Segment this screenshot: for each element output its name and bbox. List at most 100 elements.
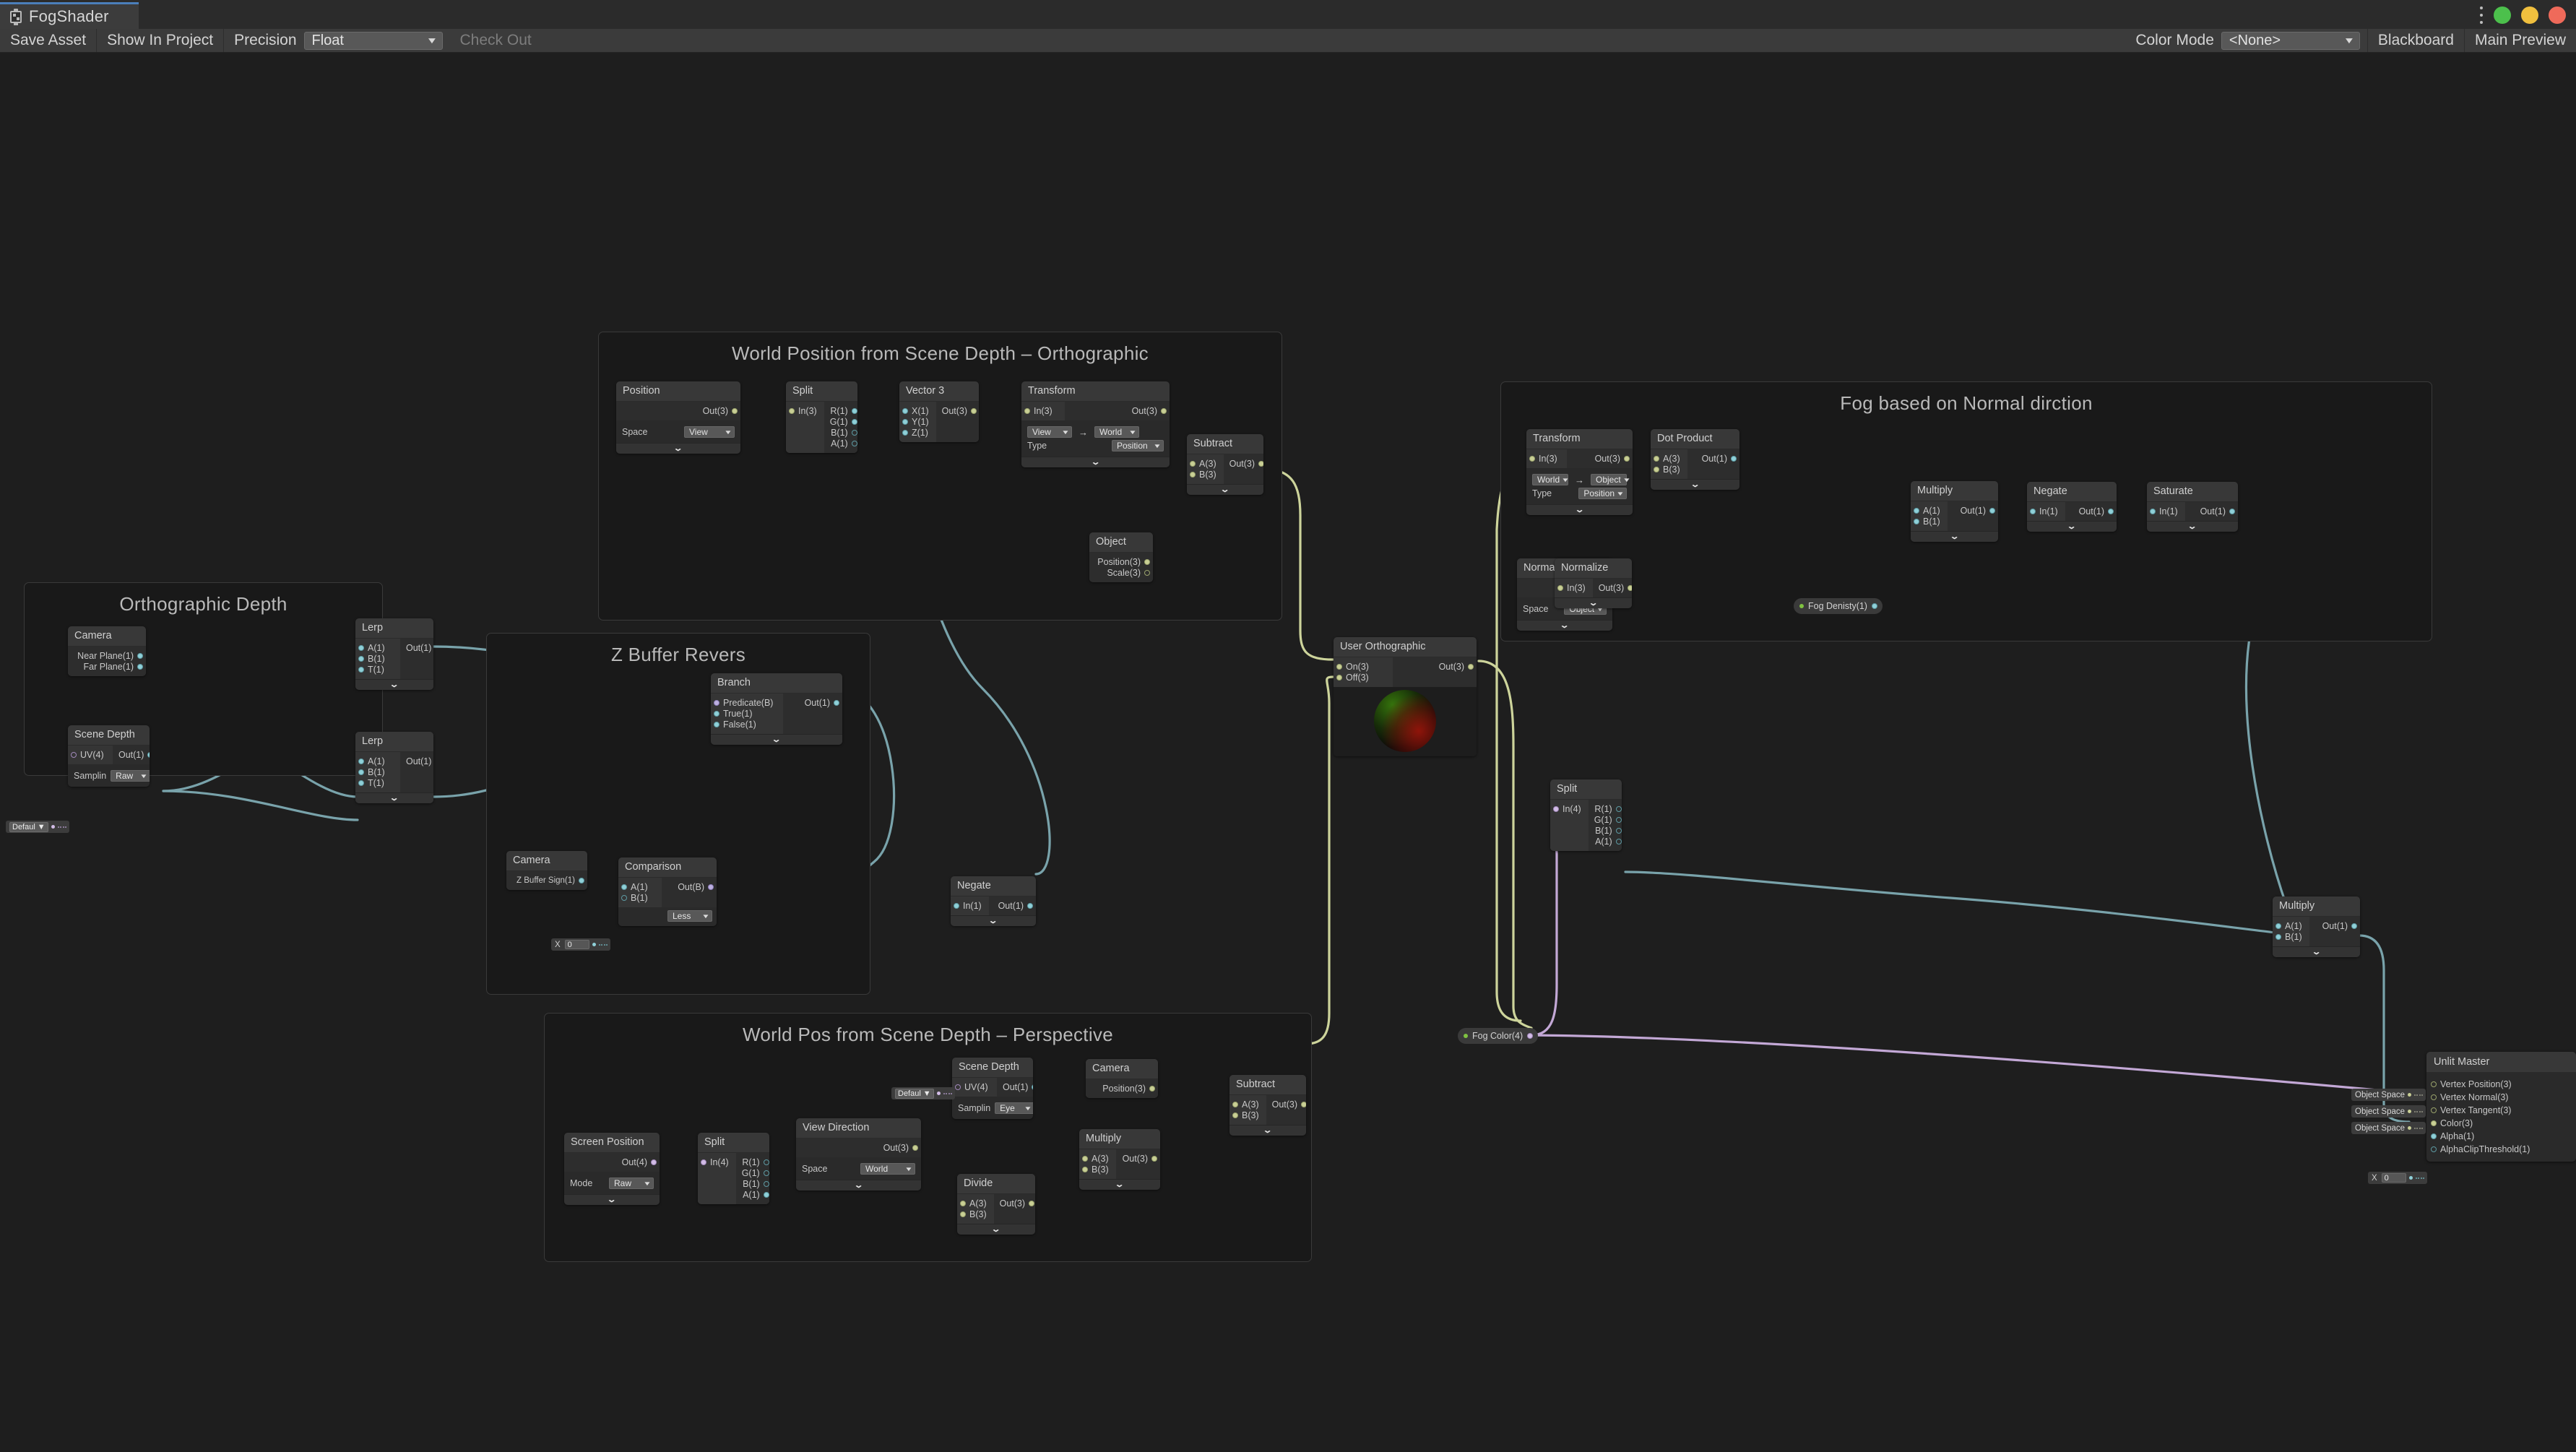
sampling-dropdown[interactable]: Raw ▼ xyxy=(111,770,150,782)
operator-dropdown[interactable]: Less ▼ xyxy=(667,910,712,922)
port-g[interactable]: G(1) xyxy=(830,417,857,427)
collapse-toggle[interactable]: ⌄ xyxy=(1651,479,1739,490)
collapse-toggle[interactable]: ⌄ xyxy=(1021,457,1170,467)
node-user-orthographic[interactable]: User Orthographic On(3) Off(3) Out(3) xyxy=(1334,637,1477,756)
collapse-toggle[interactable]: ⌄ xyxy=(957,1224,1035,1235)
node-comparison[interactable]: Comparison A(1) B(1) Out(B) Less ▼ xyxy=(618,857,717,926)
port-slot[interactable] xyxy=(971,407,977,414)
port-in[interactable]: In(3) xyxy=(789,406,817,416)
port-a[interactable]: A(1) xyxy=(742,1190,769,1200)
port-slot[interactable] xyxy=(960,1200,966,1206)
port-slot[interactable] xyxy=(1232,1101,1238,1107)
port-slot[interactable] xyxy=(1624,455,1630,462)
master-alpha-clip-threshold-widget[interactable]: X 0 xyxy=(2368,1172,2427,1184)
port-slot[interactable] xyxy=(2431,1146,2437,1152)
space-dropdown[interactable]: View ▼ xyxy=(684,426,735,438)
port-out[interactable]: Out(3) xyxy=(1000,1198,1035,1209)
port-b[interactable]: B(1) xyxy=(1914,517,1940,527)
port-slot[interactable] xyxy=(1027,902,1033,909)
port-slot[interactable] xyxy=(621,894,627,901)
port-slot[interactable] xyxy=(1553,805,1559,812)
port-slot[interactable] xyxy=(902,429,908,436)
port-slot[interactable] xyxy=(651,1159,657,1165)
port-slot[interactable] xyxy=(579,877,584,883)
master-vertex-normal-widget[interactable]: Object Space xyxy=(2351,1105,2426,1118)
port-slot[interactable] xyxy=(2275,933,2281,940)
port-slot[interactable] xyxy=(1615,805,1622,812)
collapse-toggle[interactable]: ⌄ xyxy=(1229,1125,1306,1136)
sampler-dropdown[interactable]: Defaul ▼ xyxy=(9,821,48,832)
port-b[interactable]: B(3) xyxy=(1082,1164,1109,1175)
collapse-toggle[interactable]: ⌄ xyxy=(1187,484,1263,495)
port-out[interactable]: Out(1) xyxy=(2191,506,2235,517)
port-slot[interactable] xyxy=(1301,1101,1306,1107)
port-slot[interactable] xyxy=(714,721,719,727)
collapse-toggle[interactable]: ⌄ xyxy=(1526,504,1633,515)
port-slot[interactable] xyxy=(1149,1085,1155,1092)
port-slot[interactable] xyxy=(1190,471,1196,477)
port-slot[interactable] xyxy=(358,758,364,764)
blackboard-toggle[interactable]: Blackboard xyxy=(2367,29,2465,52)
port-slot[interactable] xyxy=(2229,508,2235,514)
from-space-dropdown[interactable]: World ▼ xyxy=(1532,474,1570,485)
collapse-toggle[interactable]: ⌄ xyxy=(564,1194,660,1205)
port-a[interactable]: A(3) xyxy=(1082,1154,1109,1164)
port-slot[interactable] xyxy=(1628,584,1632,591)
type-dropdown[interactable]: Position ▼ xyxy=(1112,440,1164,451)
port-on[interactable]: On(3) xyxy=(1336,662,1386,672)
color-mode-dropdown[interactable]: <None> ▼ xyxy=(2221,31,2360,50)
mode-dropdown[interactable]: Raw ▼ xyxy=(609,1177,654,1189)
node-saturate[interactable]: Saturate In(1) Out(1) ⌄ xyxy=(2147,482,2238,532)
port-out[interactable]: Out(1) xyxy=(2315,921,2357,931)
port-slot[interactable] xyxy=(2431,1133,2437,1139)
port-slot[interactable] xyxy=(1161,407,1167,414)
port-slot[interactable] xyxy=(2108,508,2114,514)
collapse-toggle[interactable]: ⌄ xyxy=(1079,1179,1160,1190)
port-slot[interactable] xyxy=(2030,508,2036,514)
port-slot[interactable] xyxy=(1190,460,1196,467)
show-in-project-button[interactable]: Show In Project xyxy=(97,29,225,52)
port-out[interactable]: Out(1) xyxy=(1693,454,1737,464)
port-out[interactable]: Out(3) xyxy=(1573,454,1630,464)
port-slot[interactable] xyxy=(1731,455,1737,462)
port-slot[interactable] xyxy=(1615,816,1622,823)
collapse-toggle[interactable]: ⌄ xyxy=(355,679,433,690)
port-in[interactable]: In(1) xyxy=(954,901,982,911)
port-b[interactable]: B(1) xyxy=(2275,932,2302,942)
port-slot[interactable] xyxy=(147,751,150,758)
port-false[interactable]: False(1) xyxy=(714,719,776,730)
port-b[interactable]: B(3) xyxy=(1654,464,1680,475)
port-slot[interactable] xyxy=(912,1144,918,1151)
collapse-toggle[interactable]: ⌄ xyxy=(1555,597,1632,608)
port-true[interactable]: True(1) xyxy=(714,709,776,719)
node-camera-persp[interactable]: Camera Position(3) xyxy=(1086,1059,1158,1098)
main-preview-toggle[interactable]: Main Preview xyxy=(2465,29,2576,52)
port-x[interactable]: X(1) xyxy=(902,406,929,416)
collapse-toggle[interactable]: ⌄ xyxy=(355,792,433,803)
mode-control[interactable]: Mode Raw ▼ xyxy=(570,1177,654,1189)
port-out[interactable]: Out(3) xyxy=(942,406,977,416)
close-button[interactable] xyxy=(2549,7,2566,24)
port-b[interactable]: B(1) xyxy=(358,767,393,777)
node-preview[interactable] xyxy=(1334,687,1477,756)
port-predicate[interactable]: Predicate(B) xyxy=(714,698,776,708)
port-slot[interactable] xyxy=(1336,674,1342,680)
port-slot[interactable] xyxy=(1871,603,1877,609)
port-slot[interactable] xyxy=(1615,827,1622,834)
port-slot[interactable] xyxy=(358,779,364,786)
node-transform-fog[interactable]: Transform In(3) Out(3) World ▼ → Object … xyxy=(1526,429,1633,515)
value-input[interactable]: 0 xyxy=(564,940,589,949)
port-slot[interactable] xyxy=(1024,407,1030,414)
collapse-toggle[interactable]: ⌄ xyxy=(796,1180,921,1190)
port-slot[interactable] xyxy=(1654,466,1659,472)
node-view-direction[interactable]: View Direction Out(3) Space World ▼ ⌄ xyxy=(796,1118,921,1190)
node-negate-zbuffer[interactable]: Negate In(1) Out(1) ⌄ xyxy=(951,876,1036,926)
port-slot[interactable] xyxy=(1151,1155,1157,1162)
port-b[interactable]: B(3) xyxy=(1190,470,1216,480)
port-slot[interactable] xyxy=(1529,455,1535,462)
port-b[interactable]: B(3) xyxy=(1232,1110,1259,1120)
port-slot[interactable] xyxy=(763,1159,769,1165)
port-slot[interactable] xyxy=(708,883,714,890)
node-divide-persp[interactable]: Divide A(3) B(3) Out(3) ⌄ xyxy=(957,1174,1035,1235)
graph-canvas[interactable]: Orthographic Depth Camera Near Plane(1) … xyxy=(0,53,2576,1452)
